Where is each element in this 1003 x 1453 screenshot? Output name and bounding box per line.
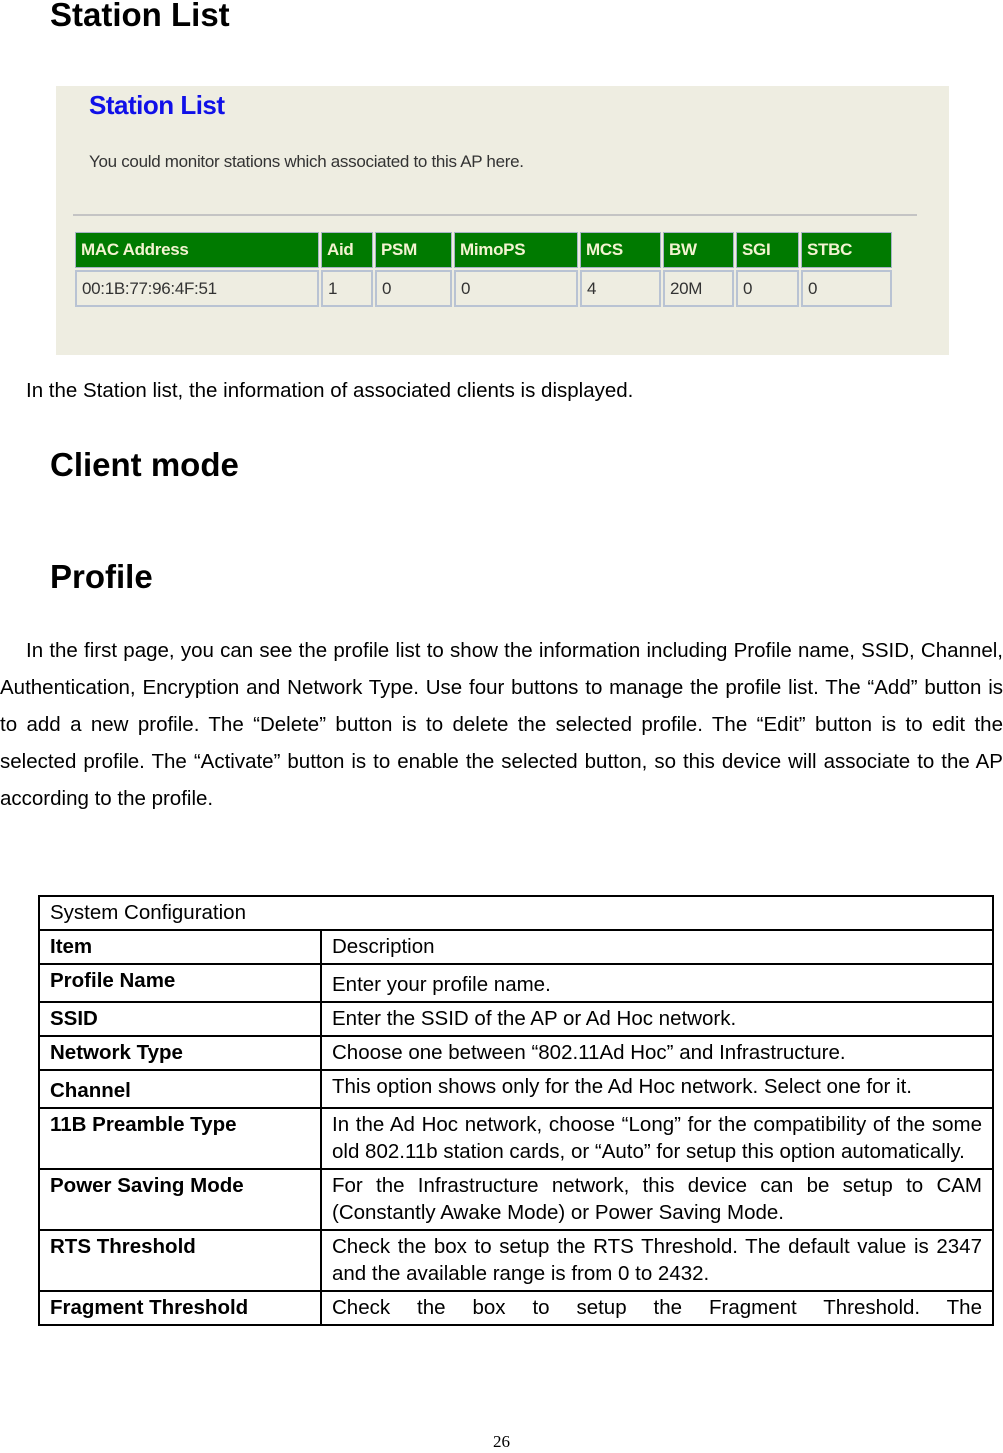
divider [73,214,917,216]
system-configuration-table: System Configuration Item Description Pr… [38,895,994,1326]
table-row: RTS Threshold Check the box to setup the… [38,1229,994,1292]
row-item: Fragment Threshold [38,1290,322,1326]
column-header-sgi: SGI [736,232,799,268]
row-item: Power Saving Mode [38,1168,322,1231]
table-row: 00:1B:77:96:4F:51 1 0 0 4 20M 0 0 [75,270,892,307]
row-description: For the Infrastructure network, this dev… [320,1168,994,1231]
cell-mimops: 0 [454,270,578,307]
table-title-row: System Configuration [38,895,994,931]
screenshot-title: Station List [89,90,225,120]
row-item: Network Type [38,1035,322,1071]
screenshot-description: You could monitor stations which associa… [89,152,524,171]
table-row: Channel This option shows only for the A… [38,1069,994,1109]
row-item: Profile Name [38,963,322,1003]
column-header-stbc: STBC [801,232,892,268]
page-number: 26 [493,1432,510,1451]
station-list-paragraph: In the Station list, the information of … [26,379,634,402]
row-description: In the Ad Hoc network, choose “Long” for… [320,1107,994,1170]
table-row: Network Type Choose one between “802.11A… [38,1035,994,1071]
station-table: MAC Address Aid PSM MimoPS MCS BW SGI ST… [73,230,894,309]
table-row: SSID Enter the SSID of the AP or Ad Hoc … [38,1001,994,1037]
column-header-bw: BW [663,232,734,268]
section-heading-client-mode: Client mode [50,446,239,483]
cell-bw: 20M [663,270,734,307]
column-header-mac: MAC Address [75,232,319,268]
table-row: Fragment Threshold Check the box to setu… [38,1290,994,1326]
profile-paragraph: In the first page, you can see the profi… [0,639,1003,810]
table-row: Profile Name Enter your profile name. [38,963,994,1003]
cell-psm: 0 [375,270,452,307]
table-title: System Configuration [38,895,994,931]
header-item: Item [38,929,322,965]
row-item: Channel [38,1069,322,1109]
table-row: 11B Preamble Type In the Ad Hoc network,… [38,1107,994,1170]
header-description: Description [320,929,994,965]
station-table-header: MAC Address Aid PSM MimoPS MCS BW SGI ST… [75,232,892,268]
row-description: Choose one between “802.11Ad Hoc” and In… [320,1035,994,1071]
section-heading-profile: Profile [50,558,153,595]
column-header-mcs: MCS [580,232,661,268]
row-description: Enter your profile name. [320,963,994,1003]
station-list-screenshot: Station List You could monitor stations … [56,86,949,355]
cell-aid: 1 [321,270,373,307]
cell-sgi: 0 [736,270,799,307]
table-header-row: Item Description [38,929,994,965]
row-description: Check the box to setup the Fragment Thre… [320,1290,994,1326]
row-item: 11B Preamble Type [38,1107,322,1170]
row-description: Enter the SSID of the AP or Ad Hoc netwo… [320,1001,994,1037]
column-header-psm: PSM [375,232,452,268]
cell-stbc: 0 [801,270,892,307]
cell-mac: 00:1B:77:96:4F:51 [75,270,319,307]
table-row: Power Saving Mode For the Infrastructure… [38,1168,994,1231]
column-header-aid: Aid [321,232,373,268]
cell-mcs: 4 [580,270,661,307]
row-item: SSID [38,1001,322,1037]
column-header-mimops: MimoPS [454,232,578,268]
section-heading-station-list: Station List [50,0,230,33]
row-description: This option shows only for the Ad Hoc ne… [320,1069,994,1109]
row-item: RTS Threshold [38,1229,322,1292]
row-description: Check the box to setup the RTS Threshold… [320,1229,994,1292]
